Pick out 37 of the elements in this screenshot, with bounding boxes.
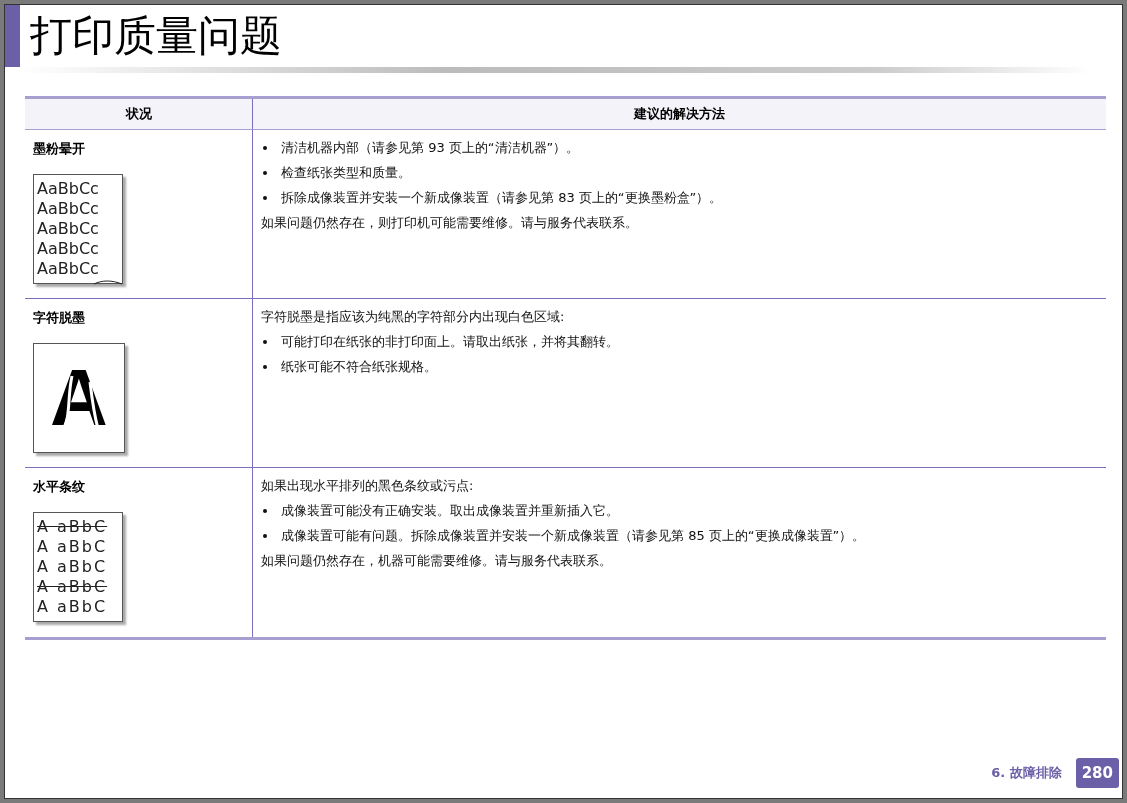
solution-text: 如果出现水平排列的黑色条纹或污点:	[261, 478, 474, 494]
bullet-text: 检查纸张类型和质量。	[281, 165, 411, 181]
solution-text: 如果问题仍然存在，则打印机可能需要维修。请与服务代表联系。	[261, 215, 638, 231]
bullet-icon	[263, 340, 267, 344]
column-header: 状况	[25, 99, 253, 130]
sample-text: AaBbCc	[37, 239, 100, 259]
bullet-text: 清洁机器内部（请参见第 93 页上的“清洁机器”）。	[281, 140, 580, 156]
bullet-text: 成像装置可能有问题。拆除成像装置并安装一个新成像装置（请参见第 85 页上的“更换成像装置”）。	[281, 528, 866, 544]
bullet-text: 拆除成像装置并安装一个新成像装置（请参见第 83 页上的“更换墨粉盒”）。	[281, 190, 723, 206]
page-title: 打印质量问题	[29, 10, 282, 62]
bullet-icon	[263, 196, 267, 200]
sample-text: A aBbC	[37, 537, 109, 557]
bullet-icon	[263, 534, 267, 538]
sample-text: A aBbC	[37, 577, 109, 597]
condition-label: 水平条纹	[33, 478, 86, 496]
title-accent	[5, 5, 20, 67]
sample-text: AaBbCc	[37, 219, 100, 239]
condition-label: 字符脱墨	[33, 309, 86, 327]
bullet-text: 可能打印在纸张的非打印面上。请取出纸张，并将其翻转。	[281, 334, 619, 350]
bullet-text: 纸张可能不符合纸张规格。	[281, 359, 437, 375]
sample-text: A aBbC	[37, 557, 109, 577]
solution-text: 如果问题仍然存在，机器可能需要维修。请与服务代表联系。	[261, 553, 612, 569]
page-number: 280	[1075, 758, 1119, 788]
column-header: 建议的解决方法	[253, 99, 1106, 130]
condition-label: 墨粉晕开	[33, 140, 86, 158]
sample-text: AaBbCc	[37, 259, 100, 279]
sample-text: AaBbCc	[37, 199, 100, 219]
bullet-text: 成像装置可能没有正确安装。取出成像装置并重新插入它。	[281, 503, 619, 519]
bullet-icon	[263, 365, 267, 369]
sample-text: AaBbCc	[37, 179, 100, 199]
solution-text: 字符脱墨是指应该为纯黑的字符部分内出现白色区域:	[261, 309, 565, 325]
sample-text: A aBbC	[37, 597, 109, 617]
sample-text: A aBbC	[37, 517, 109, 537]
bullet-icon	[263, 171, 267, 175]
bullet-icon	[263, 146, 267, 150]
chapter-label: 6. 故障排除	[991, 764, 1062, 782]
bullet-icon	[263, 509, 267, 513]
